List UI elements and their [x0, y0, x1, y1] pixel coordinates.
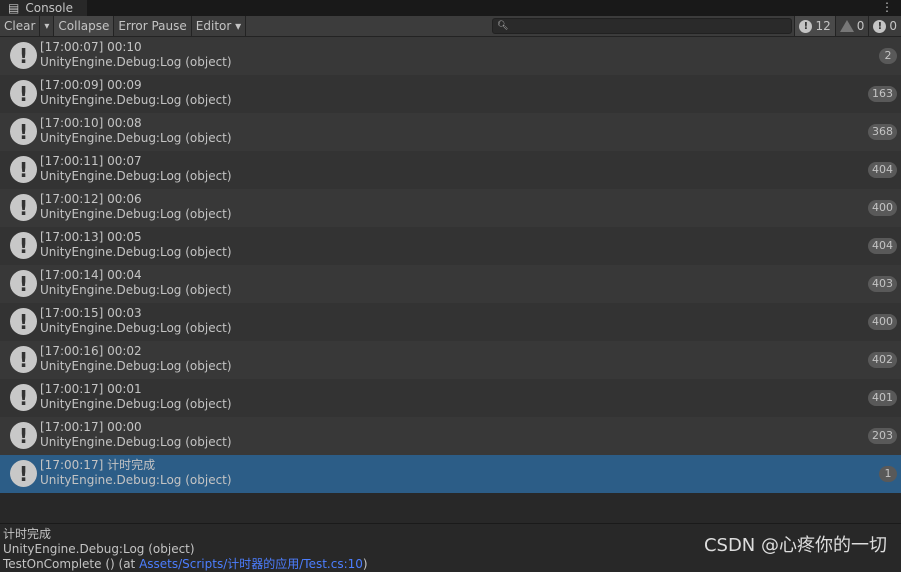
log-stack: UnityEngine.Debug:Log (object)	[40, 207, 232, 221]
log-entry[interactable]: ! [17:00:17] 00:00 UnityEngine.Debug:Log …	[0, 417, 901, 455]
info-icon: !	[10, 384, 37, 411]
search-icon: 🔍︎	[497, 21, 509, 31]
error-icon: !	[873, 19, 887, 33]
info-icon: !	[10, 422, 37, 449]
info-icon: !	[10, 194, 37, 221]
watermark: CSDN @心疼你的一切	[703, 535, 887, 556]
info-icon: !	[10, 118, 37, 145]
log-message: [17:00:14] 00:04	[40, 268, 142, 282]
info-icon: !	[10, 308, 37, 335]
log-list: ! [17:00:07] 00:10 UnityEngine.Debug:Log …	[0, 37, 901, 493]
info-icon: !	[10, 42, 37, 69]
log-stack: UnityEngine.Debug:Log (object)	[40, 435, 232, 449]
log-entry[interactable]: ! [17:00:17] 计时完成 UnityEngine.Debug:Log (…	[0, 455, 901, 493]
error-filter-toggle[interactable]: ! 0	[868, 16, 901, 36]
log-message: [17:00:17] 00:00	[40, 420, 142, 434]
collapse-count-badge: 404	[868, 238, 897, 254]
log-entry[interactable]: ! [17:00:16] 00:02 UnityEngine.Debug:Log …	[0, 341, 901, 379]
log-detail-panel: 计时完成 UnityEngine.Debug:Log (object) Test…	[0, 523, 901, 571]
collapse-count-badge: 402	[868, 352, 897, 368]
log-stack: UnityEngine.Debug:Log (object)	[40, 131, 232, 145]
info-icon: !	[10, 270, 37, 297]
tab-console[interactable]: ▤ Console	[0, 0, 87, 16]
info-icon: !	[10, 80, 37, 107]
info-icon: !	[799, 19, 813, 33]
log-stack: UnityEngine.Debug:Log (object)	[40, 321, 232, 335]
log-entry[interactable]: ! [17:00:15] 00:03 UnityEngine.Debug:Log …	[0, 303, 901, 341]
log-message: [17:00:07] 00:10	[40, 40, 142, 54]
more-vertical-icon[interactable]: ⋮	[881, 0, 893, 14]
log-entry[interactable]: ! [17:00:07] 00:10 UnityEngine.Debug:Log …	[0, 37, 901, 75]
log-message: [17:00:17] 00:01	[40, 382, 142, 396]
collapse-count-badge: 163	[868, 86, 897, 102]
collapse-count-badge: 2	[879, 48, 897, 64]
collapse-count-badge: 203	[868, 428, 897, 444]
log-filter-toggle[interactable]: ! 12	[794, 16, 835, 36]
log-entry[interactable]: ! [17:00:10] 00:08 UnityEngine.Debug:Log …	[0, 113, 901, 151]
info-icon: !	[10, 346, 37, 373]
collapse-count-badge: 404	[868, 162, 897, 178]
collapse-count-badge: 1	[879, 466, 897, 482]
search-input[interactable]: 🔍︎	[492, 18, 792, 34]
collapse-count-badge: 403	[868, 276, 897, 292]
log-entry[interactable]: ! [17:00:14] 00:04 UnityEngine.Debug:Log …	[0, 265, 901, 303]
log-stack: UnityEngine.Debug:Log (object)	[40, 473, 232, 487]
collapse-count-badge: 368	[868, 124, 897, 140]
log-message: [17:00:13] 00:05	[40, 230, 142, 244]
collapse-toggle[interactable]: Collapse	[54, 16, 115, 36]
log-message: [17:00:09] 00:09	[40, 78, 142, 92]
log-stack: UnityEngine.Debug:Log (object)	[40, 169, 232, 183]
log-entry[interactable]: ! [17:00:11] 00:07 UnityEngine.Debug:Log …	[0, 151, 901, 189]
log-stack: UnityEngine.Debug:Log (object)	[40, 55, 232, 69]
console-icon: ▤	[8, 1, 20, 15]
editor-dropdown[interactable]: Editor ▾	[192, 16, 247, 36]
collapse-count-badge: 401	[868, 390, 897, 406]
detail-stack-line: TestOnComplete () (at Assets/Scripts/计时器…	[3, 557, 368, 571]
log-entry[interactable]: ! [17:00:12] 00:06 UnityEngine.Debug:Log …	[0, 189, 901, 227]
log-message: [17:00:17] 计时完成	[40, 458, 156, 472]
tab-bar: ▤ Console ⋮	[0, 0, 901, 16]
log-entry[interactable]: ! [17:00:13] 00:05 UnityEngine.Debug:Log …	[0, 227, 901, 265]
collapse-count-badge: 400	[868, 200, 897, 216]
info-icon: !	[10, 460, 37, 487]
info-icon: !	[10, 156, 37, 183]
clear-options-dropdown[interactable]: ▾	[40, 16, 55, 36]
error-pause-toggle[interactable]: Error Pause	[114, 16, 192, 36]
clear-button[interactable]: Clear	[0, 16, 41, 36]
log-message: [17:00:10] 00:08	[40, 116, 142, 130]
info-icon: !	[10, 232, 37, 259]
log-message: [17:00:11] 00:07	[40, 154, 142, 168]
log-stack: UnityEngine.Debug:Log (object)	[40, 397, 232, 411]
log-message: [17:00:16] 00:02	[40, 344, 142, 358]
log-entry[interactable]: ! [17:00:17] 00:01 UnityEngine.Debug:Log …	[0, 379, 901, 417]
log-stack: UnityEngine.Debug:Log (object)	[40, 93, 232, 107]
log-stack: UnityEngine.Debug:Log (object)	[40, 245, 232, 259]
collapse-count-badge: 400	[868, 314, 897, 330]
log-stack: UnityEngine.Debug:Log (object)	[40, 283, 232, 297]
log-message: [17:00:15] 00:03	[40, 306, 142, 320]
warning-filter-toggle[interactable]: 0	[834, 16, 869, 36]
log-entry[interactable]: ! [17:00:09] 00:09 UnityEngine.Debug:Log …	[0, 75, 901, 113]
source-link[interactable]: Assets/Scripts/计时器的应用/Test.cs:10	[139, 557, 363, 571]
log-message: [17:00:12] 00:06	[40, 192, 142, 206]
console-toolbar: Clear ▾ Collapse Error Pause Editor ▾ 🔍︎…	[0, 16, 901, 37]
log-stack: UnityEngine.Debug:Log (object)	[40, 359, 232, 373]
warning-icon	[839, 20, 854, 32]
